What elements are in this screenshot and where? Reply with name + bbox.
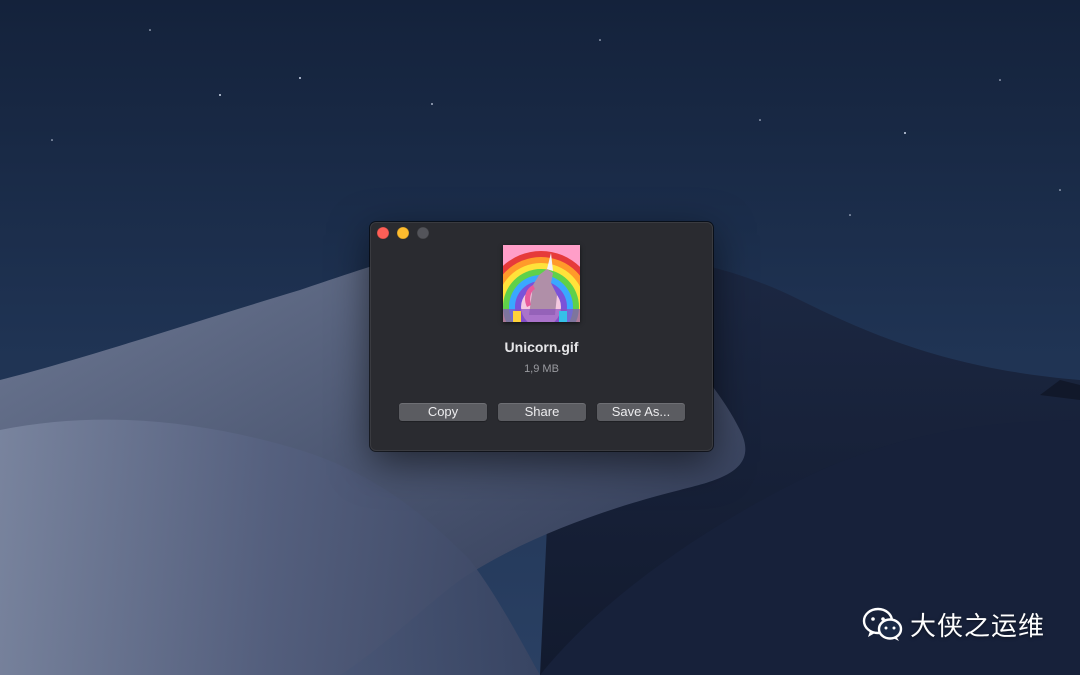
file-thumbnail xyxy=(503,245,580,322)
desktop: Unicorn.gif 1,9 MB Copy Share Save As...… xyxy=(0,0,1080,675)
window-controls xyxy=(377,227,429,239)
zoom-icon[interactable] xyxy=(417,227,429,239)
watermark: 大侠之运维 xyxy=(862,606,1045,643)
share-button[interactable]: Share xyxy=(498,403,586,421)
file-preview-window: Unicorn.gif 1,9 MB Copy Share Save As... xyxy=(370,222,713,451)
close-icon[interactable] xyxy=(377,227,389,239)
file-size: 1,9 MB xyxy=(524,363,559,375)
save-as-button[interactable]: Save As... xyxy=(597,403,685,421)
wechat-icon xyxy=(862,607,903,641)
action-buttons: Copy Share Save As... xyxy=(399,403,685,421)
unicorn-thumbnail-image xyxy=(503,245,580,322)
copy-button[interactable]: Copy xyxy=(399,403,487,421)
minimize-icon[interactable] xyxy=(397,227,409,239)
watermark-text: 大侠之运维 xyxy=(910,612,1046,642)
file-name: Unicorn.gif xyxy=(504,339,579,355)
